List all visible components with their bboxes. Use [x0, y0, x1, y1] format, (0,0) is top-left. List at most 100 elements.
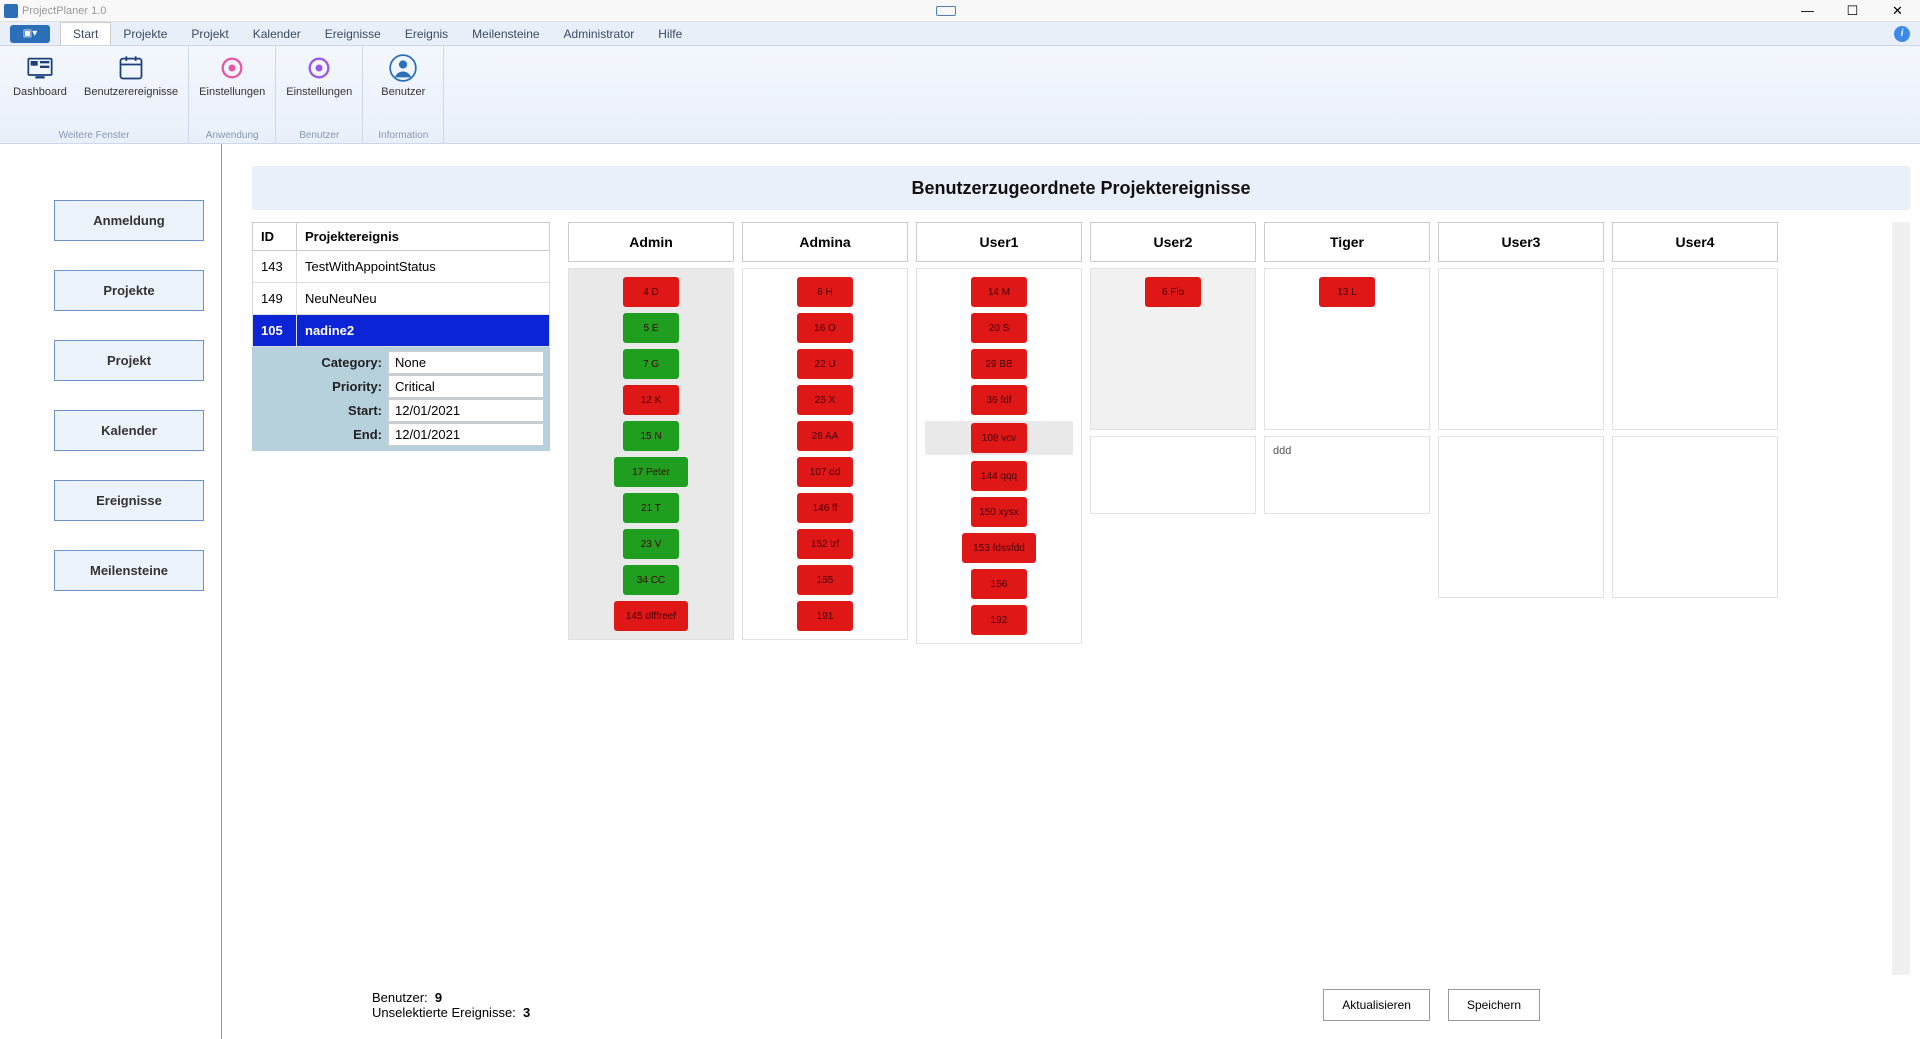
- event-chip[interactable]: 20 S: [971, 313, 1027, 343]
- sidebar-meilensteine[interactable]: Meilensteine: [54, 550, 204, 591]
- menu-tab-administrator[interactable]: Administrator: [552, 23, 647, 45]
- user-header[interactable]: Admina: [742, 222, 908, 262]
- event-chip[interactable]: 13 L: [1319, 277, 1375, 307]
- sidebar-projekte[interactable]: Projekte: [54, 270, 204, 311]
- event-chip[interactable]: 17 Peter: [614, 457, 688, 487]
- event-chip[interactable]: 152 trf: [797, 529, 853, 559]
- user-slot[interactable]: [1090, 436, 1256, 514]
- user-column: Admin 4 D 5 E 7 G 12 K 15 N 17 Peter 21 T 23 V 34…: [568, 222, 734, 650]
- user-header[interactable]: User4: [1612, 222, 1778, 262]
- detail-end[interactable]: 12/01/2021: [388, 423, 544, 446]
- col-id[interactable]: ID: [253, 223, 297, 251]
- user-slot[interactable]: [1612, 436, 1778, 598]
- refresh-button[interactable]: Aktualisieren: [1323, 989, 1430, 1021]
- menu-tab-projekte[interactable]: Projekte: [111, 23, 179, 45]
- menu-tab-hilfe[interactable]: Hilfe: [646, 23, 694, 45]
- event-chip[interactable]: 21 T: [623, 493, 679, 523]
- event-id: 143: [253, 251, 297, 283]
- event-list: ID Projektereignis 143TestWithAppointSta…: [252, 222, 550, 975]
- footer-user-label: Benutzer:: [372, 990, 428, 1005]
- titlebar: ProjectPlaner 1.0 ― ☐ ✕: [0, 0, 1920, 22]
- event-chip[interactable]: 108 vcv: [971, 423, 1027, 453]
- event-chip[interactable]: 16 O: [797, 313, 853, 343]
- event-chip[interactable]: 12 K: [623, 385, 679, 415]
- save-button[interactable]: Speichern: [1448, 989, 1540, 1021]
- event-row[interactable]: 143TestWithAppointStatus: [253, 251, 550, 283]
- user-icon: [389, 54, 417, 82]
- quick-access-toolbar[interactable]: ▣▾: [10, 25, 50, 43]
- user-header[interactable]: User3: [1438, 222, 1604, 262]
- event-chip[interactable]: 146 ff: [797, 493, 853, 523]
- event-chip[interactable]: 144 qqq: [971, 461, 1027, 491]
- close-button[interactable]: ✕: [1875, 0, 1920, 22]
- event-chip[interactable]: 6 Flo: [1145, 277, 1201, 307]
- menu-tab-ereignis[interactable]: Ereignis: [393, 23, 460, 45]
- sidebar-anmeldung[interactable]: Anmeldung: [54, 200, 204, 241]
- event-chip[interactable]: 36 fdf: [971, 385, 1027, 415]
- user-slot[interactable]: 13 L: [1264, 268, 1430, 430]
- user-slot[interactable]: [1438, 436, 1604, 598]
- event-chip[interactable]: 14 M: [971, 277, 1027, 307]
- ribbon-user-settings-button[interactable]: Einstellungen: [286, 50, 352, 98]
- user-slot[interactable]: 6 Flo: [1090, 268, 1256, 430]
- user-header[interactable]: User2: [1090, 222, 1256, 262]
- user-slot[interactable]: [1438, 268, 1604, 430]
- calendar-icon: [117, 54, 145, 82]
- detail-category[interactable]: None: [388, 351, 544, 374]
- minimize-button[interactable]: ―: [1785, 0, 1830, 22]
- event-chip[interactable]: 107 dd: [797, 457, 853, 487]
- detail-start[interactable]: 12/01/2021: [388, 399, 544, 422]
- user-slot[interactable]: 14 M 20 S 29 BB 36 fdf 108 vcv 144 qqq 150 xys…: [916, 268, 1082, 644]
- ribbon-dashboard-button[interactable]: Dashboard: [10, 50, 70, 98]
- menu-tab-projekt[interactable]: Projekt: [179, 23, 240, 45]
- grip-icon[interactable]: [936, 6, 956, 16]
- menu-tab-ereignisse[interactable]: Ereignisse: [313, 23, 393, 45]
- detail-category-label: Category:: [258, 355, 388, 370]
- col-name[interactable]: Projektereignis: [297, 223, 550, 251]
- menu-tab-start[interactable]: Start: [60, 22, 111, 45]
- event-chip[interactable]: 8 H: [797, 277, 853, 307]
- event-chip[interactable]: 25 X: [797, 385, 853, 415]
- event-chip[interactable]: 15 N: [623, 421, 679, 451]
- ribbon-group-caption: Weitere Fenster: [10, 130, 178, 141]
- ribbon-user-events-button[interactable]: Benutzerereignisse: [84, 50, 178, 98]
- event-chip[interactable]: 5 E: [623, 313, 679, 343]
- event-chip[interactable]: 150 xysx: [971, 497, 1027, 527]
- event-chip[interactable]: 4 D: [623, 277, 679, 307]
- user-slot[interactable]: ddd: [1264, 436, 1430, 514]
- ribbon-user-info-button[interactable]: Benutzer: [373, 50, 433, 98]
- event-row[interactable]: 105nadine2: [253, 315, 550, 347]
- event-chip[interactable]: 22 U: [797, 349, 853, 379]
- detail-priority[interactable]: Critical: [388, 375, 544, 398]
- maximize-button[interactable]: ☐: [1830, 0, 1875, 22]
- info-icon[interactable]: i: [1894, 26, 1910, 42]
- event-chip[interactable]: 7 G: [623, 349, 679, 379]
- event-chip[interactable]: 192: [971, 605, 1027, 635]
- event-chip[interactable]: 29 BB: [971, 349, 1027, 379]
- user-slot[interactable]: 8 H 16 O 22 U 25 X 28 AA 107 dd 146 ff 152 trf 1…: [742, 268, 908, 640]
- sidebar-projekt[interactable]: Projekt: [54, 340, 204, 381]
- sidebar-ereignisse[interactable]: Ereignisse: [54, 480, 204, 521]
- event-chip[interactable]: 28 AA: [797, 421, 853, 451]
- event-chip[interactable]: 155: [797, 565, 853, 595]
- menu-tab-kalender[interactable]: Kalender: [241, 23, 313, 45]
- user-header[interactable]: Admin: [568, 222, 734, 262]
- event-chip[interactable]: 153 fdssfdd: [962, 533, 1036, 563]
- menu-tab-meilensteine[interactable]: Meilensteine: [460, 23, 551, 45]
- sidebar-kalender[interactable]: Kalender: [54, 410, 204, 451]
- event-id: 105: [253, 315, 297, 347]
- user-header[interactable]: Tiger: [1264, 222, 1430, 262]
- user-slot[interactable]: [1612, 268, 1778, 430]
- event-chip[interactable]: 191: [797, 601, 853, 631]
- vertical-scrollbar[interactable]: [1892, 222, 1910, 975]
- event-chip[interactable]: 34 CC: [623, 565, 679, 595]
- event-row[interactable]: 149NeuNeuNeu: [253, 283, 550, 315]
- event-chip[interactable]: 145 dfffreef: [614, 601, 688, 631]
- event-chip[interactable]: 23 V: [623, 529, 679, 559]
- user-columns-scroll[interactable]: Admin 4 D 5 E 7 G 12 K 15 N 17 Peter 21 T 23 V 34…: [568, 222, 1874, 975]
- sidebar: Anmeldung Projekte Projekt Kalender Erei…: [0, 144, 222, 1039]
- ribbon-app-settings-button[interactable]: Einstellungen: [199, 50, 265, 98]
- event-chip[interactable]: 156: [971, 569, 1027, 599]
- user-slot[interactable]: 4 D 5 E 7 G 12 K 15 N 17 Peter 21 T 23 V 34 CC 14…: [568, 268, 734, 640]
- user-header[interactable]: User1: [916, 222, 1082, 262]
